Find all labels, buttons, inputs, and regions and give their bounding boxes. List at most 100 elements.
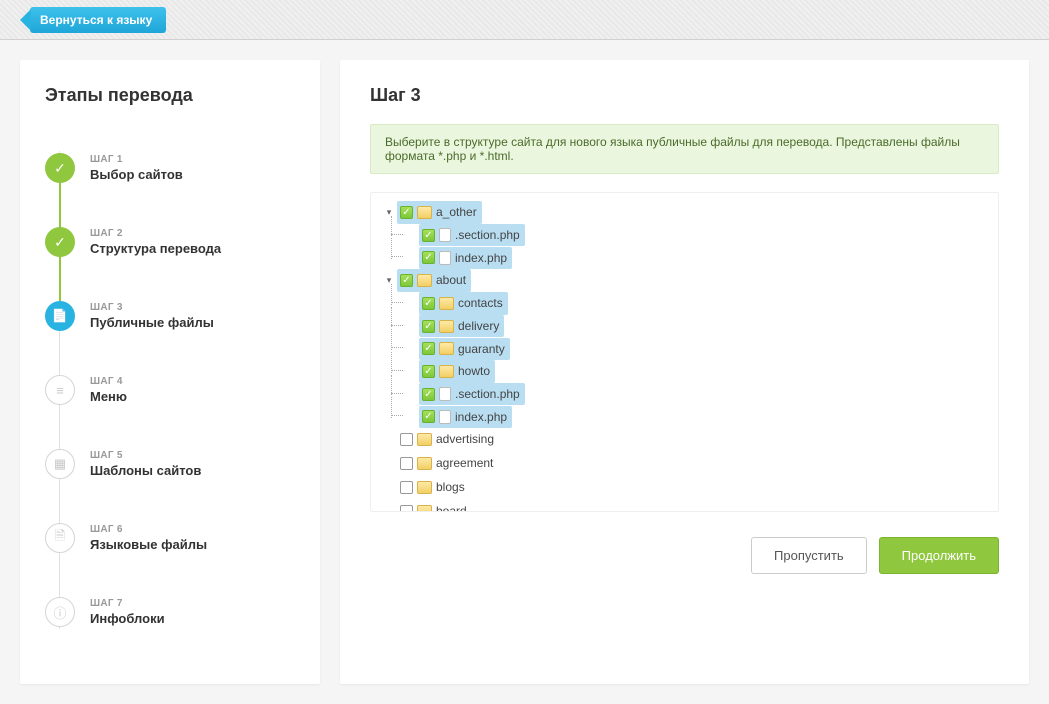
tree-item[interactable]: ✓index.php <box>419 406 512 428</box>
tree-node: blogs <box>383 476 992 500</box>
folder-icon <box>417 457 432 470</box>
file-icon <box>439 410 451 424</box>
step-number: ШАГ 3 <box>90 302 214 313</box>
tree-item[interactable]: ✓ .section.php <box>419 383 525 405</box>
back-to-language-button[interactable]: Вернуться к языку <box>30 7 166 33</box>
file-icon <box>439 228 451 242</box>
tree-node: ✓ delivery <box>405 315 992 338</box>
tree-checkbox[interactable]: ✓ <box>422 410 435 423</box>
tree-node: ✓index.php <box>405 405 992 428</box>
step-title: Меню <box>90 389 127 404</box>
step-number: ШАГ 7 <box>90 598 165 609</box>
tree-label: advertising <box>436 429 494 449</box>
topbar: Вернуться к языку <box>0 0 1049 40</box>
step-number: ШАГ 6 <box>90 524 207 535</box>
tree-node: agreement <box>383 452 992 476</box>
step-circle-icon: ⓘ <box>45 597 75 627</box>
collapse-icon[interactable]: ▾ <box>383 207 395 219</box>
tree-checkbox[interactable] <box>400 433 413 446</box>
tree-item[interactable]: ✓ .section.php <box>419 224 525 246</box>
page-title: Шаг 3 <box>370 85 999 106</box>
collapse-icon[interactable]: ▾ <box>383 275 395 287</box>
step-circle-icon: ▦ <box>45 449 75 479</box>
tree-checkbox[interactable] <box>400 481 413 494</box>
hint-banner: Выберите в структуре сайта для нового яз… <box>370 124 999 174</box>
tree-label: .section.php <box>455 225 520 245</box>
tree-node: ✓ guaranty <box>405 337 992 360</box>
tree-checkbox[interactable]: ✓ <box>422 229 435 242</box>
tree-node: ✓ .section.php <box>405 383 992 406</box>
step-item[interactable]: ШАГ 2 Структура перевода <box>45 205 295 279</box>
tree-item[interactable]: ✓ guaranty <box>419 338 510 360</box>
tree-item[interactable]: ✓ delivery <box>419 315 504 337</box>
step-item[interactable]: ШАГ 1 Выбор сайтов <box>45 131 295 205</box>
tree-label: howto <box>458 361 490 381</box>
tree-checkbox[interactable]: ✓ <box>422 320 435 333</box>
step-circle-icon: 📄 <box>45 301 75 331</box>
step-circle-icon: 🗎 <box>45 523 75 553</box>
tree-node: ✓ howto <box>405 360 992 383</box>
step-item[interactable]: ≡ ШАГ 4 Меню <box>45 353 295 427</box>
step-title: Языковые файлы <box>90 537 207 552</box>
skip-button[interactable]: Пропустить <box>751 537 867 574</box>
folder-icon <box>439 365 454 378</box>
tree-label: contacts <box>458 293 503 313</box>
step-number: ШАГ 1 <box>90 154 183 165</box>
step-number: ШАГ 2 <box>90 228 221 239</box>
folder-icon <box>417 505 432 512</box>
folder-icon <box>417 481 432 494</box>
tree-label: blogs <box>436 477 465 497</box>
tree-item[interactable]: ✓ a_other <box>397 201 482 223</box>
tree-checkbox[interactable]: ✓ <box>422 342 435 355</box>
main-panel: Шаг 3 Выберите в структуре сайта для нов… <box>340 60 1029 684</box>
tree-item[interactable]: ✓ index.php <box>419 247 512 269</box>
step-title: Структура перевода <box>90 241 221 256</box>
tree-node: ▾✓a_other✓.section.php✓index.php <box>383 201 992 269</box>
tree-item[interactable]: ✓ howto <box>419 360 495 382</box>
tree-label: delivery <box>458 316 499 336</box>
step-title: Выбор сайтов <box>90 167 183 182</box>
folder-icon <box>439 297 454 310</box>
tree-label: board <box>436 501 467 512</box>
tree-label: guaranty <box>458 339 505 359</box>
step-circle-icon <box>45 227 75 257</box>
tree-item[interactable]: ✓ about <box>397 269 471 291</box>
step-number: ШАГ 4 <box>90 376 127 387</box>
step-circle-icon: ≡ <box>45 375 75 405</box>
steps-sidebar: Этапы перевода ШАГ 1 Выбор сайтов ШАГ 2 Стр… <box>20 60 320 684</box>
tree-label: about <box>436 270 466 290</box>
tree-node: ✓ index.php <box>405 246 992 269</box>
tree-item[interactable]: board <box>397 500 472 512</box>
tree-node: ✓ .section.php <box>405 224 992 247</box>
continue-button[interactable]: Продолжить <box>879 537 999 574</box>
step-number: ШАГ 5 <box>90 450 201 461</box>
tree-checkbox[interactable]: ✓ <box>422 297 435 310</box>
file-icon <box>439 387 451 401</box>
step-title: Шаблоны сайтов <box>90 463 201 478</box>
tree-label: .section.php <box>455 384 520 404</box>
file-icon <box>439 251 451 265</box>
sidebar-title: Этапы перевода <box>45 85 295 106</box>
tree-checkbox[interactable] <box>400 457 413 470</box>
tree-checkbox[interactable]: ✓ <box>422 388 435 401</box>
step-item[interactable]: 🗎 ШАГ 6 Языковые файлы <box>45 501 295 575</box>
step-item[interactable]: 📄ШАГ 3Публичные файлы <box>45 279 295 353</box>
tree-checkbox[interactable]: ✓ <box>422 365 435 378</box>
tree-item[interactable]: advertising <box>397 428 499 450</box>
step-item[interactable]: ▦ ШАГ 5 Шаблоны сайтов <box>45 427 295 501</box>
tree-node: board <box>383 500 992 512</box>
step-item[interactable]: ⓘШАГ 7Инфоблоки <box>45 575 295 649</box>
tree-item[interactable]: ✓ contacts <box>419 292 508 314</box>
tree-checkbox[interactable] <box>400 505 413 512</box>
tree-item[interactable]: blogs <box>397 476 470 498</box>
tree-node: ✓ contacts <box>405 292 992 315</box>
tree-label: a_other <box>436 202 477 222</box>
tree-checkbox[interactable]: ✓ <box>400 206 413 219</box>
tree-checkbox[interactable]: ✓ <box>400 274 413 287</box>
tree-node: advertising <box>383 428 992 452</box>
tree-label: index.php <box>455 248 507 268</box>
file-tree[interactable]: ▾✓a_other✓.section.php✓index.php▾✓about✓… <box>370 192 999 512</box>
tree-item[interactable]: agreement <box>397 452 498 474</box>
step-circle-icon <box>45 153 75 183</box>
tree-checkbox[interactable]: ✓ <box>422 251 435 264</box>
